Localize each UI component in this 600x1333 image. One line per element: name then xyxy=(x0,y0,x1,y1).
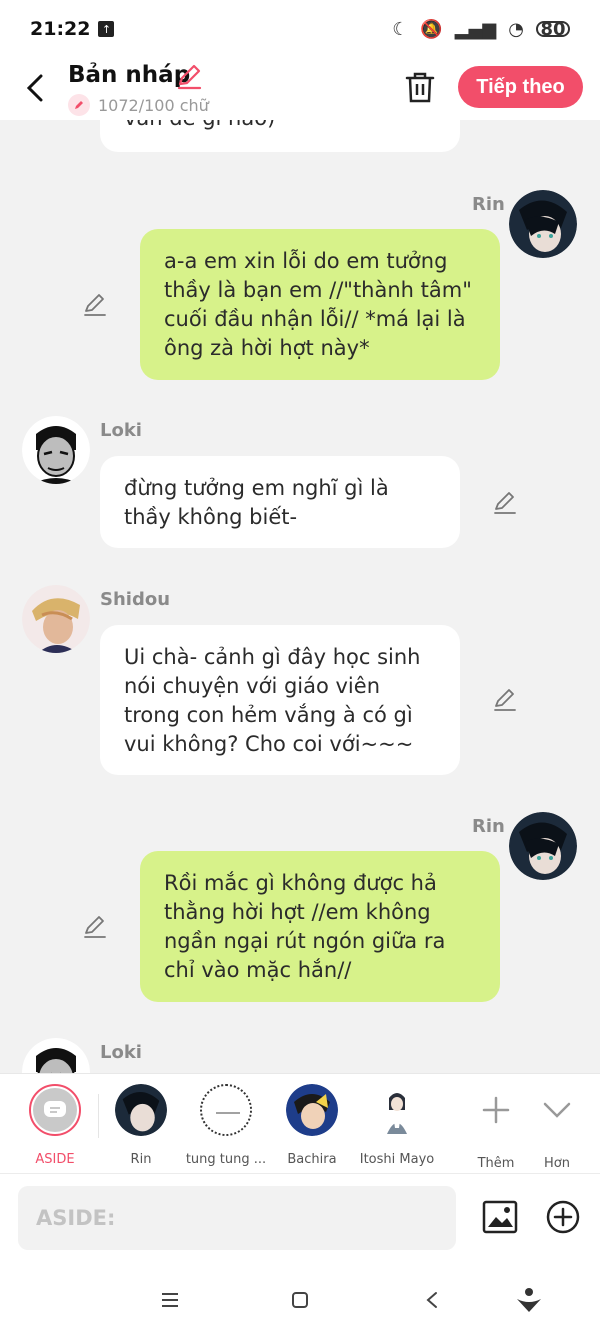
sender-name: Loki xyxy=(100,420,142,441)
input-bar xyxy=(0,1173,600,1263)
message-bubble[interactable]: a-a em xin lỗi do em tưởng thầy là bạn e… xyxy=(140,229,500,380)
edit-message-icon[interactable] xyxy=(492,687,518,713)
menu-nav-button[interactable] xyxy=(155,1285,185,1315)
character-label: tung tung ... xyxy=(185,1152,267,1167)
home-square-icon xyxy=(292,1292,308,1308)
character-label: Itoshi Mayo xyxy=(359,1152,435,1167)
home-nav-button[interactable] xyxy=(285,1285,315,1315)
avatar-rin[interactable] xyxy=(509,190,577,258)
sender-name: Loki xyxy=(100,1042,142,1063)
avatar xyxy=(200,1084,252,1136)
sender-name: Rin xyxy=(472,194,505,215)
edit-message-icon[interactable] xyxy=(82,914,108,940)
message-text: Ui chà- cảnh gì đây học sinh nói chuyện … xyxy=(124,645,421,756)
header: Bản nháp 1072/100 chữ Tiếp theo xyxy=(0,58,600,120)
upload-icon: ↑ xyxy=(98,21,115,37)
avatar xyxy=(286,1084,338,1136)
battery-icon: 80 xyxy=(536,19,570,40)
edit-message-icon[interactable] xyxy=(82,292,108,318)
message-bubble[interactable]: đừng tưởng em nghĩ gì là thầy không biết… xyxy=(100,456,460,548)
message-text: vấn đề gì nào) xyxy=(124,120,275,130)
message-text: đừng tưởng em nghĩ gì là thầy không biết… xyxy=(124,476,389,529)
character-bar: ASIDE Rin tung tung ... Bachira Itoshi M… xyxy=(0,1073,600,1173)
message-text: Rồi mắc gì không được hả thằng hời hợt /… xyxy=(164,871,446,982)
assistant-nav-button[interactable] xyxy=(514,1285,544,1315)
word-count-row: 1072/100 chữ xyxy=(68,94,209,116)
aside-avatar xyxy=(29,1084,81,1136)
next-button[interactable]: Tiếp theo xyxy=(458,66,583,108)
mute-icon: 🔕 xyxy=(420,18,443,40)
avatar-loki[interactable] xyxy=(22,416,90,484)
message-text: a-a em xin lỗi do em tưởng thầy là bạn e… xyxy=(164,249,472,360)
message-input[interactable] xyxy=(18,1186,456,1250)
chat-area[interactable]: vấn đề gì nào) Rin a-a em xin lỗi do em … xyxy=(0,120,600,1073)
more-characters-button[interactable]: Hơn xyxy=(507,1084,600,1171)
avatar-loki[interactable] xyxy=(22,1038,90,1073)
signal-icon: ▂▄▆ xyxy=(454,18,497,40)
edit-message-icon[interactable] xyxy=(492,490,518,516)
sender-name: Rin xyxy=(472,816,505,837)
sender-name: Shidou xyxy=(100,589,171,610)
wifi-icon: ◔ xyxy=(508,18,524,40)
status-bar: 21:22 ↑ ☾ 🔕 ▂▄▆ ◔ 80 xyxy=(0,0,600,58)
avatar xyxy=(371,1084,423,1136)
edit-title-icon[interactable] xyxy=(175,63,203,91)
avatar xyxy=(115,1084,167,1136)
character-aside[interactable]: ASIDE xyxy=(5,1084,105,1167)
message-bubble[interactable]: Rồi mắc gì không được hả thằng hời hợt /… xyxy=(140,851,500,1002)
page-title: Bản nháp xyxy=(68,62,191,88)
character-label: ASIDE xyxy=(35,1152,75,1167)
back-triangle-icon xyxy=(426,1292,437,1308)
message-bubble-partial[interactable]: vấn đề gì nào) xyxy=(100,120,460,152)
system-nav-bar xyxy=(0,1263,600,1333)
pencil-icon xyxy=(68,94,90,116)
assistant-icon xyxy=(517,1288,541,1312)
image-icon[interactable] xyxy=(482,1200,518,1234)
avatar-shidou[interactable] xyxy=(22,585,90,653)
message-bubble[interactable]: Ui chà- cảnh gì đây học sinh nói chuyện … xyxy=(100,625,460,775)
character-tung-tung[interactable]: tung tung ... xyxy=(176,1084,276,1167)
avatar-rin[interactable] xyxy=(509,812,577,880)
back-button[interactable] xyxy=(20,68,50,108)
add-circle-icon[interactable] xyxy=(545,1199,581,1235)
trash-icon[interactable] xyxy=(404,70,436,104)
back-nav-button[interactable] xyxy=(417,1285,447,1315)
menu-icon xyxy=(162,1293,178,1307)
aside-chat-icon xyxy=(44,1101,66,1117)
word-count: 1072/100 chữ xyxy=(98,95,209,115)
moon-icon: ☾ xyxy=(392,18,409,40)
chevron-down-icon xyxy=(543,1102,571,1118)
back-arrow-icon xyxy=(26,74,43,102)
status-icons: ☾ 🔕 ▂▄▆ ◔ 80 xyxy=(392,19,570,40)
status-time: 21:22 xyxy=(30,18,91,40)
character-itoshi-mayo[interactable]: Itoshi Mayo xyxy=(347,1084,447,1167)
character-label: Hơn xyxy=(544,1156,570,1171)
